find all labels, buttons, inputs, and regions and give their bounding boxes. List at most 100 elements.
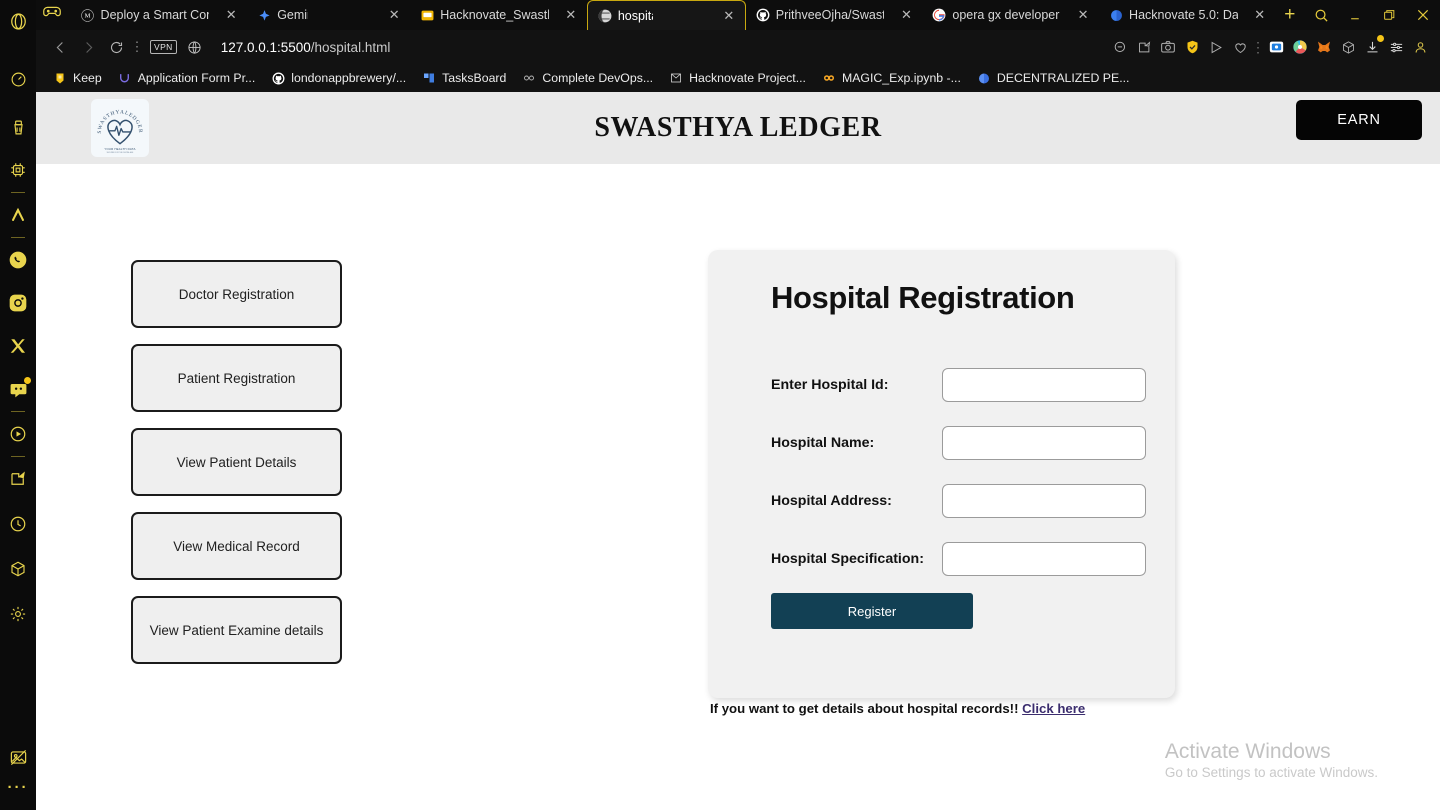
hospital-address-input[interactable] <box>942 484 1146 518</box>
colab-icon <box>822 71 836 85</box>
tab-close-icon[interactable]: ✕ <box>386 7 402 23</box>
tab-title: Gemini <box>277 8 308 22</box>
search-icon[interactable] <box>1304 0 1338 30</box>
hospital-id-label: Enter Hospital Id: <box>771 377 889 393</box>
tab-title: PrithveeOjha/Swasthya <box>775 8 885 22</box>
svg-text:SECURED FOR THE DIGITAL AGE: SECURED FOR THE DIGITAL AGE <box>107 151 135 154</box>
adblock-shield-icon[interactable] <box>1180 34 1204 60</box>
search-in-page-icon[interactable] <box>1108 34 1132 60</box>
doctor-registration-button[interactable]: Doctor Registration <box>131 260 342 328</box>
cube-icon[interactable] <box>5 556 31 582</box>
hospital-name-input[interactable] <box>942 426 1146 460</box>
browser-tab-active[interactable]: hospital ✕ <box>586 0 746 30</box>
kebab-menu-icon[interactable]: ⋮ <box>130 33 144 61</box>
browser-tab[interactable]: M Deploy a Smart Contra ✕ <box>71 0 248 30</box>
player-icon[interactable] <box>5 421 31 447</box>
camera-icon[interactable] <box>1156 34 1180 60</box>
x-twitter-icon[interactable] <box>5 333 31 359</box>
bookmark-item[interactable]: MAGIC_Exp.ipynb -... <box>815 69 968 87</box>
opera-logo-icon[interactable] <box>5 8 31 34</box>
profile-icon[interactable] <box>1408 34 1432 60</box>
bookmark-item[interactable]: Complete DevOps... <box>515 69 660 87</box>
instagram-icon[interactable] <box>5 290 31 316</box>
history-clock-icon[interactable] <box>5 511 31 537</box>
snapshot-edit-icon[interactable] <box>5 466 31 492</box>
tab-title: hospital <box>617 8 653 23</box>
arc-icon[interactable] <box>5 202 31 228</box>
window-minimize-button[interactable] <box>1338 0 1372 30</box>
gx-controller-icon[interactable] <box>40 0 65 24</box>
view-patient-examine-details-button[interactable]: View Patient Examine details <box>131 596 342 664</box>
bookmark-item[interactable]: TasksBoard <box>415 69 513 87</box>
tab-strip: M Deploy a Smart Contra ✕ Gemini ✕ Hackn… <box>36 0 1440 30</box>
bookmark-item[interactable]: Keep <box>46 69 109 87</box>
tab-close-icon[interactable]: ✕ <box>1252 7 1268 23</box>
github-icon <box>271 71 285 85</box>
tab-close-icon[interactable]: ✕ <box>223 7 239 23</box>
hospital-address-label: Hospital Address: <box>771 493 892 509</box>
globe-shield-icon[interactable] <box>181 33 209 61</box>
window-close-button[interactable] <box>1406 0 1440 30</box>
cube-extension-icon[interactable] <box>1336 34 1360 60</box>
tab-close-icon[interactable]: ✕ <box>563 7 579 23</box>
downloads-icon[interactable] <box>1360 34 1384 60</box>
heart-icon[interactable] <box>1228 34 1252 60</box>
hospital-id-input[interactable] <box>942 368 1146 402</box>
bookmark-label: Application Form Pr... <box>137 71 256 85</box>
register-button[interactable]: Register <box>771 593 973 629</box>
bookmark-item[interactable]: DECENTRALIZED PE... <box>970 69 1137 87</box>
discord-icon[interactable] <box>5 376 31 402</box>
snapshot-edit-icon[interactable] <box>1132 34 1156 60</box>
bookmark-item[interactable]: londonappbrewery/... <box>264 69 413 87</box>
click-here-link[interactable]: Click here <box>1022 701 1085 716</box>
bookmark-label: Complete DevOps... <box>542 71 654 85</box>
tasksboard-icon <box>422 71 436 85</box>
whatsapp-icon[interactable] <box>5 247 31 273</box>
vpn-badge[interactable]: VPN <box>150 40 177 54</box>
bookmark-item[interactable]: Application Form Pr... <box>111 69 263 87</box>
image-off-icon[interactable] <box>5 744 31 770</box>
easy-setup-icon[interactable] <box>1384 34 1408 60</box>
github-icon <box>756 8 770 22</box>
browser-tab[interactable]: Gemini ✕ <box>247 0 410 30</box>
form-row: Hospital Address: <box>771 483 1146 519</box>
tab-close-icon[interactable]: ✕ <box>1075 7 1091 23</box>
kebab-menu-icon[interactable]: ⋮ <box>1251 34 1265 60</box>
url-text[interactable]: 127.0.0.1:5500/hospital.html <box>221 40 391 55</box>
nav-button-label: Doctor Registration <box>178 286 295 302</box>
hospital-specification-input[interactable] <box>942 542 1146 576</box>
tab-close-icon[interactable]: ✕ <box>898 7 914 23</box>
browser-tab[interactable]: Hacknovate_Swasthyal ✕ <box>410 0 587 30</box>
new-tab-button[interactable]: + <box>1276 0 1304 30</box>
sidebar-divider <box>11 192 25 193</box>
browser-window: ··· M Deploy a Smart Contra ✕ Gemini ✕ <box>0 0 1440 810</box>
browser-tab[interactable]: opera gx developer too ✕ <box>922 0 1099 30</box>
back-arrow-icon[interactable] <box>46 33 74 61</box>
reload-icon[interactable] <box>102 33 130 61</box>
url-path: /hospital.html <box>310 39 391 55</box>
browser-tab[interactable]: PrithveeOjha/Swasthya ✕ <box>746 0 923 30</box>
bookmark-item[interactable]: Hacknovate Project... <box>662 69 813 87</box>
view-medical-record-button[interactable]: View Medical Record <box>131 512 342 580</box>
window-restore-button[interactable] <box>1372 0 1406 30</box>
settings-gear-icon[interactable] <box>5 601 31 627</box>
patient-registration-button[interactable]: Patient Registration <box>131 344 342 412</box>
nav-button-label: View Medical Record <box>173 538 300 554</box>
player-icon[interactable] <box>1264 34 1288 60</box>
colorful-extension-icon[interactable] <box>1288 34 1312 60</box>
view-patient-details-button[interactable]: View Patient Details <box>131 428 342 496</box>
blue-drop-icon <box>1109 8 1123 22</box>
forward-arrow-icon[interactable] <box>74 33 102 61</box>
workspace-chip-icon[interactable] <box>5 157 31 183</box>
workspace-broom-icon[interactable] <box>5 114 31 140</box>
earn-button[interactable]: EARN <box>1296 100 1422 140</box>
speed-dial-icon[interactable] <box>5 66 31 92</box>
nav-button-group: Doctor Registration Patient Registration… <box>131 260 342 664</box>
metamask-fox-icon[interactable] <box>1312 34 1336 60</box>
tab-close-icon[interactable]: ✕ <box>721 8 737 24</box>
browser-tab[interactable]: Hacknovate 5.0: Dashb ✕ <box>1099 0 1276 30</box>
more-dots-icon[interactable]: ··· <box>5 774 31 800</box>
nav-button-label: Patient Registration <box>177 370 296 386</box>
medium-icon: M <box>81 8 95 22</box>
send-flow-icon[interactable] <box>1204 34 1228 60</box>
